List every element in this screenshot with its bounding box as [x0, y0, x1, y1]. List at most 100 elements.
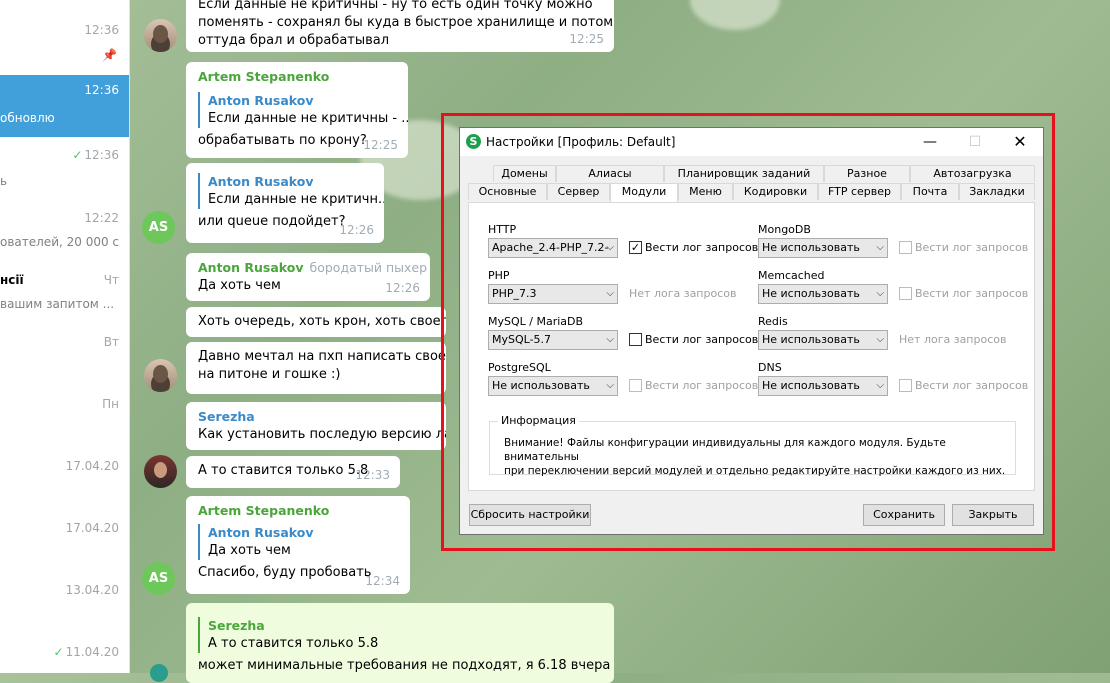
close-icon[interactable]: ✕ — [998, 130, 1042, 154]
reply-quote[interactable]: Anton Rusakov Если данные не критичны - … — [198, 92, 408, 128]
memcached-select[interactable]: Не использовать ⌵ — [758, 284, 888, 304]
php-label: PHP — [488, 269, 510, 282]
title-bar[interactable]: S Настройки [Профиль: Default] — ☐ ✕ — [460, 128, 1043, 156]
dns-log-checkbox — [899, 379, 912, 392]
avatar[interactable] — [144, 359, 177, 392]
chat-list-item[interactable]: 12:36 📌 — [0, 15, 129, 77]
chat-list-item[interactable]: Пн — [0, 389, 129, 451]
chat-time: Вт — [103, 335, 119, 349]
message-bubble[interactable]: Artem Stepanenko Anton Rusakov Если данн… — [186, 62, 408, 158]
message-text: на питоне и гошке :) — [198, 367, 341, 382]
read-check-icon: ✓ — [72, 148, 83, 162]
sender-name[interactable]: Serezha — [198, 408, 434, 426]
tab-scheduler[interactable]: Планировщик заданий — [664, 165, 824, 182]
mongodb-log-checkbox — [899, 241, 912, 254]
reply-quote[interactable]: Serezha А то ставится только 5.8 — [198, 617, 602, 653]
memcached-select-value: Не использовать — [762, 287, 860, 300]
chevron-down-icon: ⌵ — [606, 334, 614, 345]
message-bubble[interactable]: Artem Stepanenko Anton Rusakov Да хоть ч… — [186, 496, 410, 594]
app-icon: S — [466, 134, 481, 149]
message-bubble[interactable]: Serezha Как установить последую версию л… — [186, 402, 446, 450]
chat-time: 13.04.20 — [65, 583, 119, 597]
tab-ftp-server[interactable]: FTP сервер — [818, 183, 901, 200]
message-time: 12:25 — [363, 138, 398, 152]
php-no-log-text: Нет лога запросов — [629, 287, 737, 300]
chat-list-item[interactable]: 12:22 ователей, 20 000 с — [0, 203, 129, 265]
tab-bookmarks[interactable]: Закладки — [959, 183, 1035, 200]
message-time: 12:33 — [355, 468, 390, 482]
telegram-icon — [150, 664, 168, 682]
avatar[interactable] — [144, 455, 177, 488]
quote-text: Если данные не критичны - ... — [208, 111, 408, 126]
message-time: 12:26 — [339, 223, 374, 237]
quote-text: Да хоть чем — [208, 543, 291, 558]
message-bubble[interactable]: Хоть очередь, хоть крон, хоть своего дем — [186, 307, 446, 337]
tab-autostart[interactable]: Автозагрузка — [910, 165, 1035, 182]
postgres-select[interactable]: Не использовать ⌵ — [488, 376, 618, 396]
close-button[interactable]: Закрыть — [952, 504, 1034, 526]
reset-settings-button[interactable]: Сбросить настройки — [469, 504, 591, 526]
php-select[interactable]: PHP_7.3 ⌵ — [488, 284, 618, 304]
chat-list-item[interactable]: 13.04.20 — [0, 575, 129, 637]
message-time: 12:34 — [365, 574, 400, 588]
sender-rank: бородатый пыхер — [309, 260, 428, 275]
avatar[interactable] — [144, 19, 177, 52]
message-bubble[interactable]: Если данные не критичны - ну то есть оди… — [186, 0, 614, 52]
reply-quote[interactable]: Anton Rusakov Если данные не критичн... — [198, 173, 384, 209]
avatar[interactable]: AS — [142, 562, 175, 595]
postgres-select-value: Не использовать — [492, 379, 590, 392]
tab-modules[interactable]: Модули — [610, 183, 678, 202]
chat-list-item[interactable]: ✓ 11.04.20 — [0, 637, 129, 673]
chat-list-item[interactable]: ✓ 12:36 ь — [0, 140, 129, 202]
quote-author: Anton Rusakov — [208, 525, 314, 540]
mongodb-select[interactable]: Не использовать ⌵ — [758, 238, 888, 258]
quote-text: А то ставится только 5.8 — [208, 636, 379, 651]
redis-select[interactable]: Не использовать ⌵ — [758, 330, 888, 350]
save-button[interactable]: Сохранить — [863, 504, 945, 526]
tab-general[interactable]: Основные — [468, 183, 547, 200]
tab-misc[interactable]: Разное — [824, 165, 910, 182]
message-bubble[interactable]: Давно мечтал на пхп написать своего дем … — [186, 342, 446, 394]
reply-quote[interactable]: Anton Rusakov Да хоть чем — [198, 524, 398, 560]
tab-menu[interactable]: Меню — [678, 183, 733, 200]
mysql-log-checkbox[interactable] — [629, 333, 642, 346]
info-group: Информация Внимание! Файлы конфигурации … — [489, 414, 1016, 477]
mysql-label: MySQL / MariaDB — [488, 315, 584, 328]
avatar[interactable]: AS — [142, 211, 175, 244]
tab-row-top: Домены Алиасы Планировщик заданий Разное… — [468, 165, 1035, 183]
message-text: оттуда брал и обрабатывал — [198, 33, 390, 48]
chevron-down-icon: ⌵ — [606, 242, 614, 253]
message-bubble[interactable]: Anton Rusakov бородатый пыхер Да хоть чем… — [186, 253, 430, 301]
chat-preview: ь — [0, 174, 8, 188]
settings-dialog: S Настройки [Профиль: Default] — ☐ ✕ Дом… — [459, 127, 1044, 535]
redis-select-value: Не использовать — [762, 333, 860, 346]
minimize-icon[interactable]: — — [908, 130, 952, 154]
tab-domains[interactable]: Домены — [493, 165, 556, 182]
http-log-label: Вести лог запросов — [645, 241, 759, 254]
chat-list-item[interactable]: 17.04.20 — [0, 513, 129, 575]
chat-list-item[interactable]: Чт нсії вашим запитом ... — [0, 265, 129, 327]
tab-server[interactable]: Сервер — [547, 183, 610, 200]
chat-list-item-active[interactable]: 12:36 обновлю — [0, 75, 129, 137]
mysql-select-value: MySQL-5.7 — [492, 333, 552, 346]
sender-name[interactable]: Artem Stepanenko — [198, 502, 398, 520]
http-log-checkbox[interactable]: ✓ — [629, 241, 642, 254]
dns-select[interactable]: Не использовать ⌵ — [758, 376, 888, 396]
mysql-select[interactable]: MySQL-5.7 ⌵ — [488, 330, 618, 350]
chevron-down-icon: ⌵ — [606, 380, 614, 391]
message-bubble[interactable]: А то ставится только 5.8 12:33 — [186, 456, 400, 488]
tab-encodings[interactable]: Кодировки — [733, 183, 818, 200]
tab-aliases[interactable]: Алиасы — [556, 165, 664, 182]
http-select[interactable]: Apache_2.4-PHP_7.2- ⌵ — [488, 238, 618, 258]
chevron-down-icon: ⌵ — [876, 334, 884, 345]
background-flower — [690, 0, 780, 30]
chevron-down-icon: ⌵ — [876, 242, 884, 253]
tab-mail[interactable]: Почта — [901, 183, 959, 200]
chat-list-item[interactable]: Вт — [0, 327, 129, 389]
sender-name[interactable]: Anton Rusakov бородатый пыхер — [198, 259, 427, 277]
chat-list-item[interactable]: 17.04.20 — [0, 451, 129, 513]
message-bubble-own[interactable]: Serezha А то ставится только 5.8 может м… — [186, 603, 614, 683]
message-bubble[interactable]: Anton Rusakov Если данные не критичн... … — [186, 163, 384, 243]
redis-label: Redis — [758, 315, 788, 328]
sender-name[interactable]: Artem Stepanenko — [198, 68, 396, 86]
